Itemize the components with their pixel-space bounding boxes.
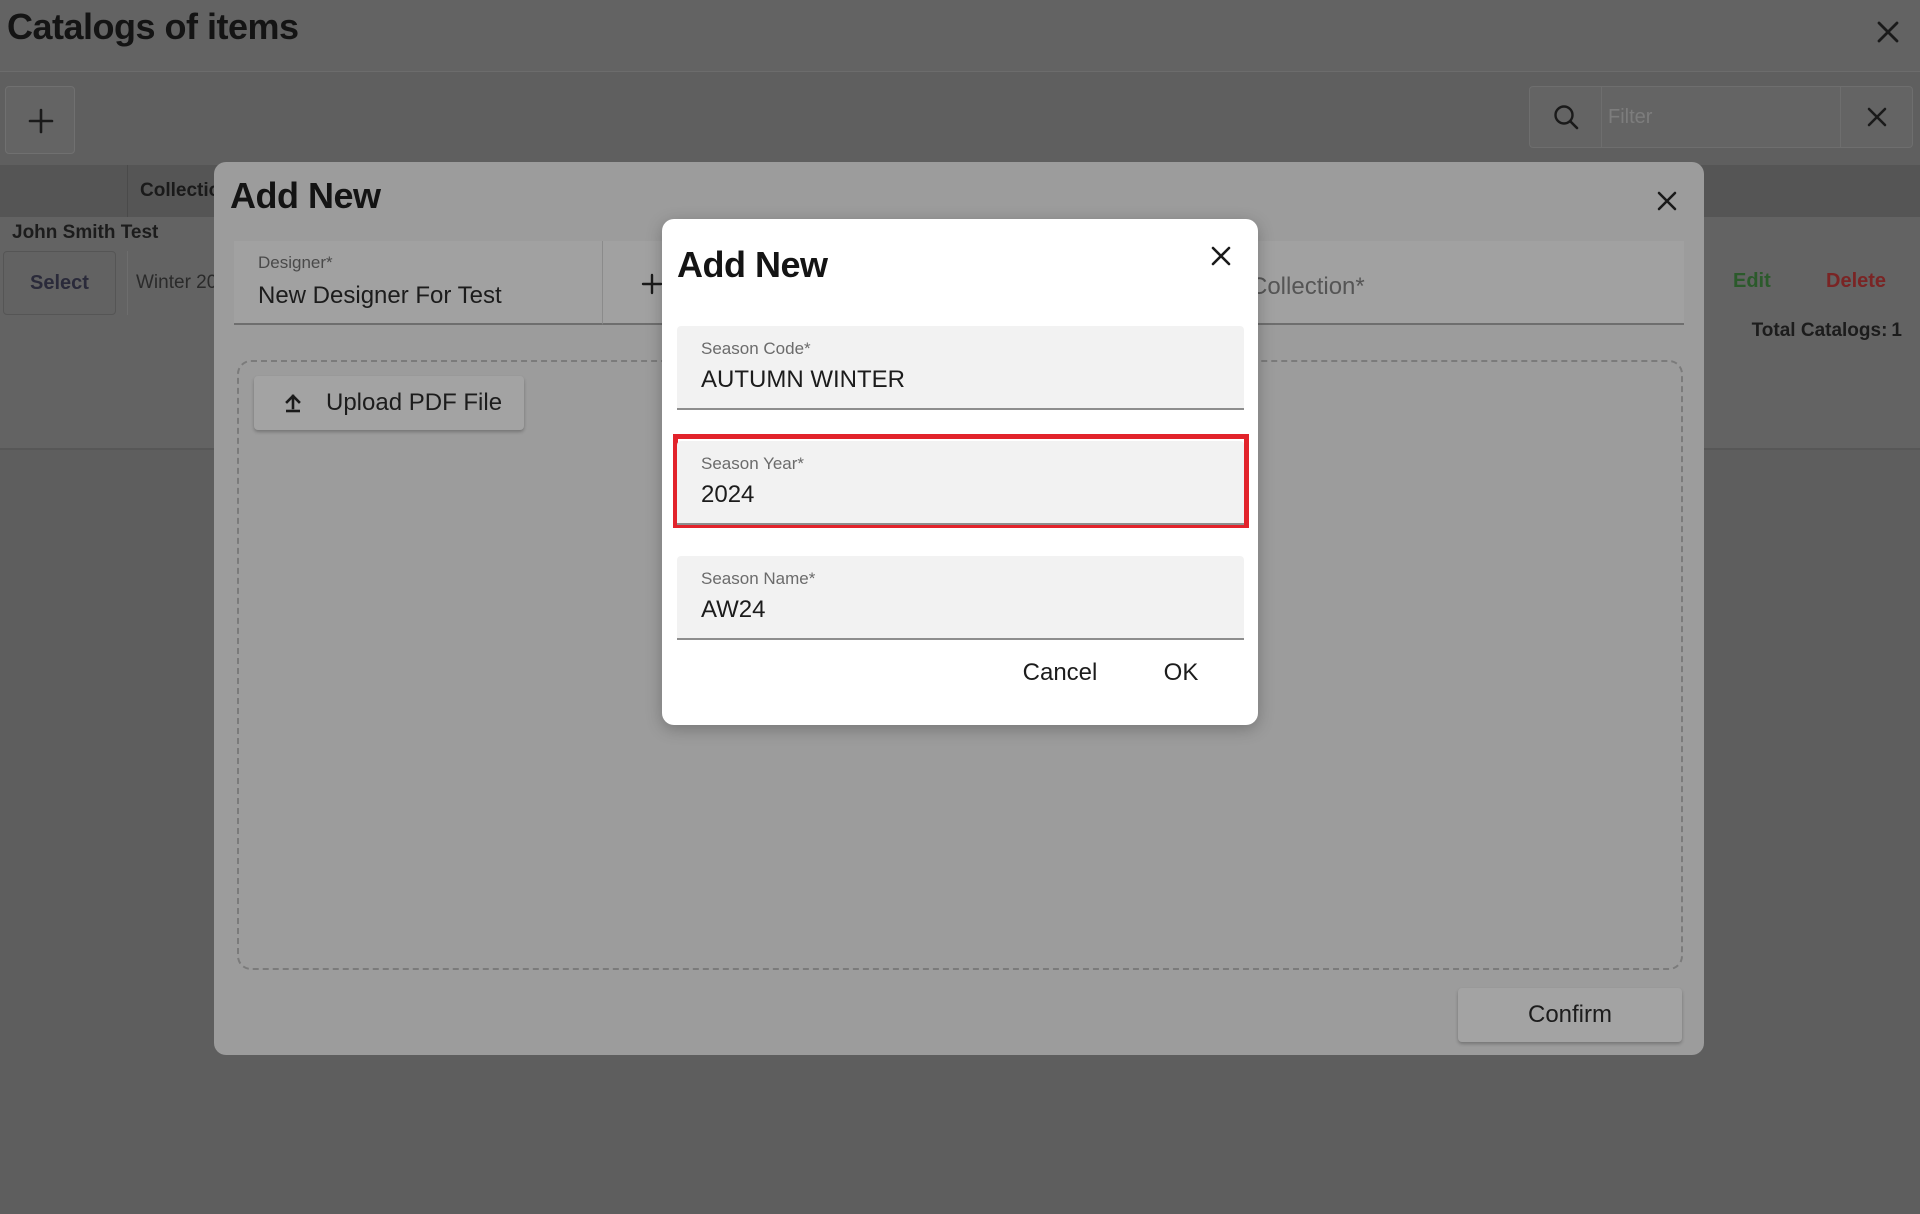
plus-icon [641,273,663,295]
collection-placeholder: Collection* [1250,273,1365,300]
filter-box [1529,86,1913,148]
season-name-field[interactable]: Season Name* AW24 [677,556,1244,640]
season-code-label: Season Code* [701,339,811,358]
page-header: Catalogs of items [0,0,1920,72]
table-cell-collection: Winter 20 [127,251,217,315]
dialog-title: Add New [230,175,381,216]
column-header-collection[interactable]: Collectio [140,180,220,202]
season-year-field[interactable]: Season Year* 2024 [677,441,1244,525]
clear-filter-icon[interactable] [1840,87,1912,147]
total-catalogs-count: 1 [1891,320,1902,341]
delete-link[interactable]: Delete [1826,270,1886,293]
add-new-season-dialog: Add New Season Code* AUTUMN WINTER Seaso… [662,219,1258,725]
total-catalogs-label: Total Catalogs: [1751,320,1888,341]
plus-icon [28,108,54,134]
dialog-title: Add New [677,244,828,285]
season-code-value: AUTUMN WINTER [701,366,905,393]
group-label: John Smith Test [12,222,159,243]
upload-icon [285,394,301,413]
designer-select[interactable]: Designer* New Designer For Test [234,241,602,325]
season-name-label: Season Name* [701,569,816,588]
designer-label: Designer* [258,253,333,272]
ok-button[interactable]: OK [1146,649,1216,697]
season-name-value: AW24 [701,596,766,623]
collection-input[interactable]: Collection* [1214,241,1684,325]
upload-pdf-label: Upload PDF File [326,389,503,416]
filter-input[interactable] [1604,87,1842,147]
cancel-button[interactable]: Cancel [1010,649,1110,697]
season-code-field[interactable]: Season Code* AUTUMN WINTER [677,326,1244,410]
edit-link[interactable]: Edit [1733,270,1771,293]
page-title: Catalogs of items [7,6,299,47]
search-icon[interactable] [1530,87,1602,147]
close-icon[interactable] [1650,184,1684,218]
column-divider [127,165,128,217]
season-year-label: Season Year* [701,454,805,473]
toolbar [0,72,1920,165]
season-year-value: 2024 [701,481,755,508]
page-close-icon[interactable] [1870,14,1906,50]
upload-pdf-button[interactable]: Upload PDF File [254,376,524,430]
total-catalogs: Total Catalogs: 1 [1748,320,1902,342]
add-catalog-button[interactable] [5,86,75,154]
close-icon[interactable] [1204,239,1238,273]
confirm-button[interactable]: Confirm [1458,988,1682,1042]
select-button[interactable]: Select [3,251,116,315]
designer-value: New Designer For Test [258,282,502,309]
